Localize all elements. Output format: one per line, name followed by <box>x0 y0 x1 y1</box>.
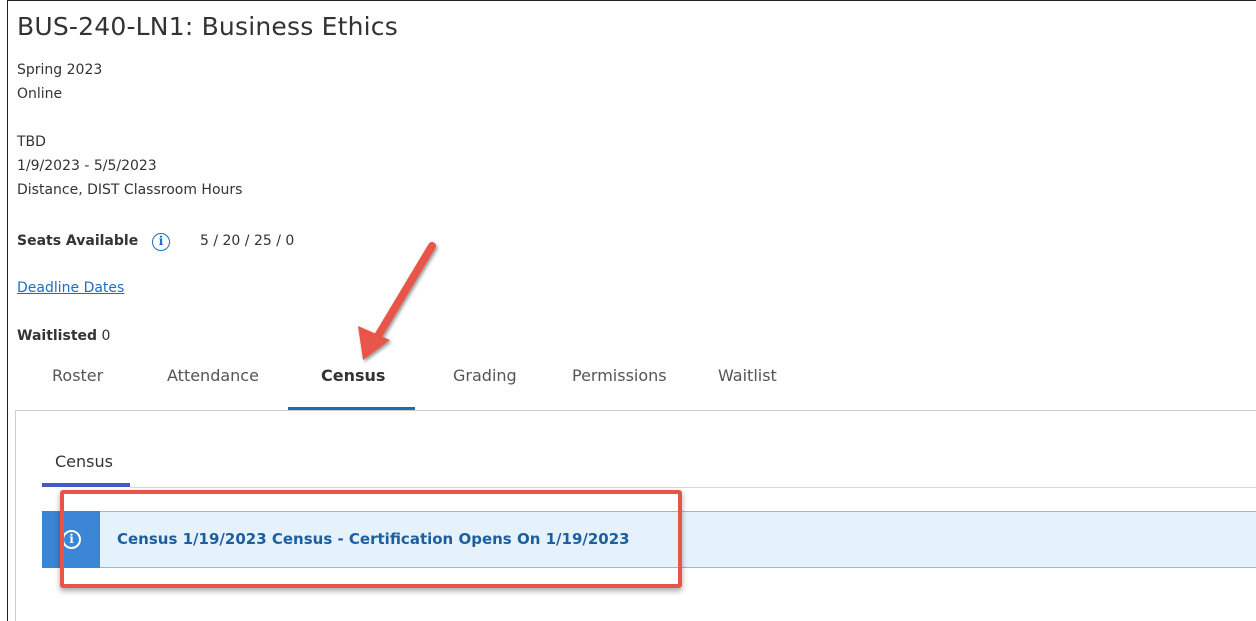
arrow-shaft <box>374 242 436 340</box>
annotation-arrow <box>358 242 436 360</box>
